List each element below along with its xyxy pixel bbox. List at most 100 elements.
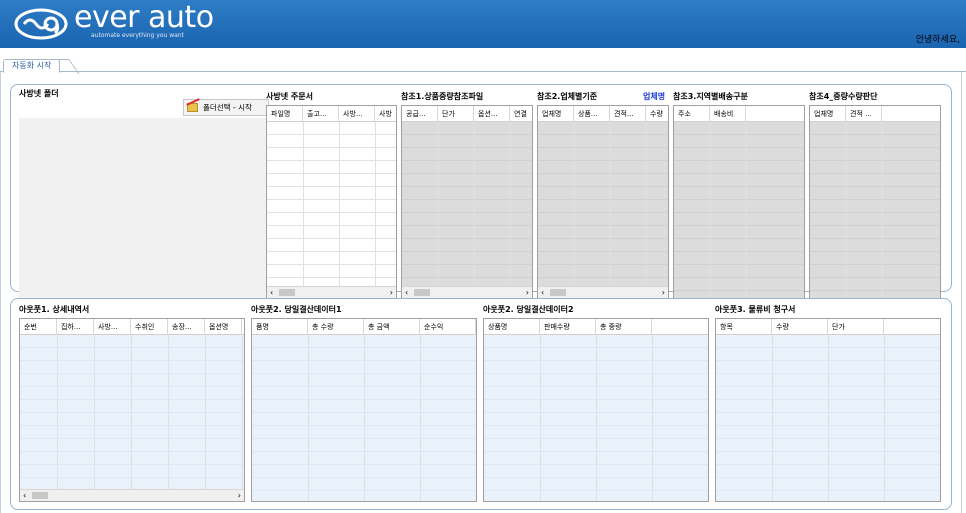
output-3-column-header[interactable]: 판매수량 bbox=[540, 319, 596, 335]
reference-2-horizontal-scrollbar[interactable]: ‹ › bbox=[402, 286, 532, 298]
output-1-column-header[interactable]: 순번 bbox=[20, 319, 57, 335]
output-3-column-header[interactable]: 총 중량 bbox=[596, 319, 652, 335]
output-group: 아웃풋1. 상세내역서 순번 집하... 사방... 수취인 송장... 옵션명 ‹ › 아웃풋2… bbox=[10, 298, 952, 510]
scroll-right-arrow-icon[interactable]: › bbox=[238, 490, 241, 501]
output-1-panel-title: 아웃풋1. 상세내역서 bbox=[19, 305, 90, 314]
reference-3-extra-label: 업체명 bbox=[643, 92, 666, 101]
tab-strip: 자동화 시작 bbox=[0, 50, 966, 73]
output-3-grid[interactable]: 상품명 판매수량 총 중량 bbox=[483, 318, 709, 502]
reference-1-column-header[interactable]: 사방... bbox=[339, 106, 375, 122]
scroll-thumb[interactable] bbox=[279, 289, 295, 296]
output-4-column-lines bbox=[716, 335, 940, 501]
app-header: ever auto automate everything you want 안… bbox=[0, 0, 966, 48]
output-3-column-lines bbox=[484, 335, 708, 501]
reference-3-column-header[interactable]: 업체명 bbox=[538, 106, 574, 122]
reference-2-grid[interactable]: 공급... 단가 옵션... 연결 ‹ › bbox=[401, 105, 533, 299]
reference-2-panel-title: 참조1.상품중량참조파일 bbox=[401, 92, 484, 101]
reference-1-column-header[interactable]: 출고... bbox=[303, 106, 339, 122]
main-content: 사방넷 폴더 폴더선택 - 시작 사방넷 주문서 파일명 출고... 사방... 사방 ‹… bbox=[0, 72, 962, 513]
reference-3-column-header[interactable]: 수량 bbox=[646, 106, 668, 122]
reference-1-panel-title: 사방넷 주문서 bbox=[266, 92, 313, 101]
reference-4-grid[interactable]: 주소 배송비 bbox=[673, 105, 805, 299]
output-2-column-header[interactable]: 품명 bbox=[252, 319, 308, 335]
output-4-grid[interactable]: 항목 수량 단가 bbox=[715, 318, 941, 502]
reference-4-column-header[interactable]: 주소 bbox=[674, 106, 710, 122]
logo bbox=[14, 6, 68, 42]
reference-2-column-lines bbox=[402, 122, 532, 286]
output-2-column-header[interactable]: 순수익 bbox=[420, 319, 476, 335]
reference-2-column-header[interactable]: 옵션... bbox=[474, 106, 510, 122]
output-4-header-row: 항목 수량 단가 bbox=[716, 319, 940, 335]
output-2-header-row: 품명 총 수량 총 금액 순수익 bbox=[252, 319, 476, 335]
output-1-horizontal-scrollbar[interactable]: ‹ › bbox=[20, 489, 244, 501]
scroll-right-arrow-icon[interactable]: › bbox=[662, 287, 665, 298]
reference-3-panel-title: 참조2.업체별기준 bbox=[537, 92, 598, 101]
output-1-column-lines bbox=[20, 335, 244, 489]
user-greeting: 안녕하세요, bbox=[915, 35, 960, 45]
output-1-column-header[interactable]: 송장... bbox=[168, 319, 205, 335]
scroll-thumb[interactable] bbox=[550, 289, 566, 296]
output-2-column-header[interactable]: 총 수량 bbox=[308, 319, 364, 335]
reference-1-header-row: 파일명 출고... 사방... 사방 bbox=[267, 106, 396, 122]
output-3-header-row: 상품명 판매수량 총 중량 bbox=[484, 319, 708, 335]
reference-1-column-header[interactable]: 사방 bbox=[375, 106, 396, 122]
folder-select-start-label: 폴더선택 - 시작 bbox=[203, 103, 252, 112]
folder-panel-title: 사방넷 폴더 bbox=[19, 89, 59, 98]
output-1-column-header[interactable]: 옵션명 bbox=[205, 319, 242, 335]
folder-select-start-button[interactable]: 폴더선택 - 시작 bbox=[183, 99, 269, 116]
scroll-thumb[interactable] bbox=[414, 289, 430, 296]
output-2-column-header[interactable]: 총 금액 bbox=[364, 319, 420, 335]
reference-2-column-header[interactable]: 단가 bbox=[438, 106, 474, 122]
reference-group: 사방넷 폴더 폴더선택 - 시작 사방넷 주문서파일명 출고... 사방... 사방 ‹… bbox=[10, 84, 952, 299]
output-4-column-header[interactable]: 단가 bbox=[828, 319, 884, 335]
reference-5-grid[interactable]: 업체명 견적 ... bbox=[809, 105, 941, 299]
brand-name: ever auto bbox=[74, 0, 214, 35]
output-2-column-lines bbox=[252, 335, 476, 501]
scroll-thumb[interactable] bbox=[32, 492, 48, 499]
output-4-panel-title: 아웃풋3. 물류비 청구서 bbox=[715, 305, 796, 314]
reference-1-column-lines bbox=[267, 122, 396, 286]
scroll-left-arrow-icon[interactable]: ‹ bbox=[270, 287, 273, 298]
reference-5-column-header[interactable]: 견적 ... bbox=[846, 106, 882, 122]
reference-1-horizontal-scrollbar[interactable]: ‹ › bbox=[267, 286, 396, 298]
output-1-column-header[interactable]: 사방... bbox=[94, 319, 131, 335]
reference-5-header-row: 업체명 견적 ... bbox=[810, 106, 940, 122]
output-2-grid[interactable]: 품명 총 수량 총 금액 순수익 bbox=[251, 318, 477, 502]
output-1-grid[interactable]: 순번 집하... 사방... 수취인 송장... 옵션명 ‹ › bbox=[19, 318, 245, 502]
reference-4-column-lines bbox=[674, 122, 804, 298]
brand-tagline: automate everything you want bbox=[91, 32, 184, 39]
reference-2-column-header[interactable]: 공급... bbox=[402, 106, 438, 122]
scroll-right-arrow-icon[interactable]: › bbox=[526, 287, 529, 298]
reference-5-panel-title: 참조4_중량수량판단 bbox=[809, 92, 878, 101]
reference-4-column-header[interactable]: 배송비 bbox=[710, 106, 746, 122]
reference-3-header-row: 업체명 상품... 견적... 수량 bbox=[538, 106, 668, 122]
reference-2-header-row: 공급... 단가 옵션... 연결 bbox=[402, 106, 532, 122]
scroll-left-arrow-icon[interactable]: ‹ bbox=[541, 287, 544, 298]
folder-icon bbox=[187, 103, 198, 112]
output-1-header-row: 순번 집하... 사방... 수취인 송장... 옵션명 bbox=[20, 319, 244, 335]
reference-3-column-lines bbox=[538, 122, 668, 286]
scroll-right-arrow-icon[interactable]: › bbox=[390, 287, 393, 298]
reference-4-header-row: 주소 배송비 bbox=[674, 106, 804, 122]
output-3-panel-title: 아웃풋2. 당일결산데이터2 bbox=[483, 305, 574, 314]
reference-4-panel-title: 참조3.지역별배송구분 bbox=[673, 92, 748, 101]
reference-3-grid[interactable]: 업체명 상품... 견적... 수량 ‹ › bbox=[537, 105, 669, 299]
output-4-column-header[interactable]: 수량 bbox=[772, 319, 828, 335]
reference-2-column-header[interactable]: 연결 bbox=[510, 106, 532, 122]
folder-drop-area[interactable] bbox=[19, 118, 267, 299]
reference-1-grid[interactable]: 파일명 출고... 사방... 사방 ‹ › bbox=[266, 105, 397, 299]
scroll-left-arrow-icon[interactable]: ‹ bbox=[405, 287, 408, 298]
output-1-column-header[interactable]: 집하... bbox=[57, 319, 94, 335]
reference-3-horizontal-scrollbar[interactable]: ‹ › bbox=[538, 286, 668, 298]
output-4-column-header[interactable]: 항목 bbox=[716, 319, 772, 335]
output-3-column-header[interactable]: 상품명 bbox=[484, 319, 540, 335]
reference-3-column-header[interactable]: 상품... bbox=[574, 106, 610, 122]
reference-3-column-header[interactable]: 견적... bbox=[610, 106, 646, 122]
output-2-panel-title: 아웃풋2. 당일결산데이터1 bbox=[251, 305, 342, 314]
output-1-column-header[interactable]: 수취인 bbox=[131, 319, 168, 335]
reference-1-column-header[interactable]: 파일명 bbox=[267, 106, 303, 122]
ever-auto-logo-icon bbox=[14, 8, 68, 40]
scroll-left-arrow-icon[interactable]: ‹ bbox=[23, 490, 26, 501]
tab-automation-start[interactable]: 자동화 시작 bbox=[3, 59, 61, 73]
reference-5-column-header[interactable]: 업체명 bbox=[810, 106, 846, 122]
